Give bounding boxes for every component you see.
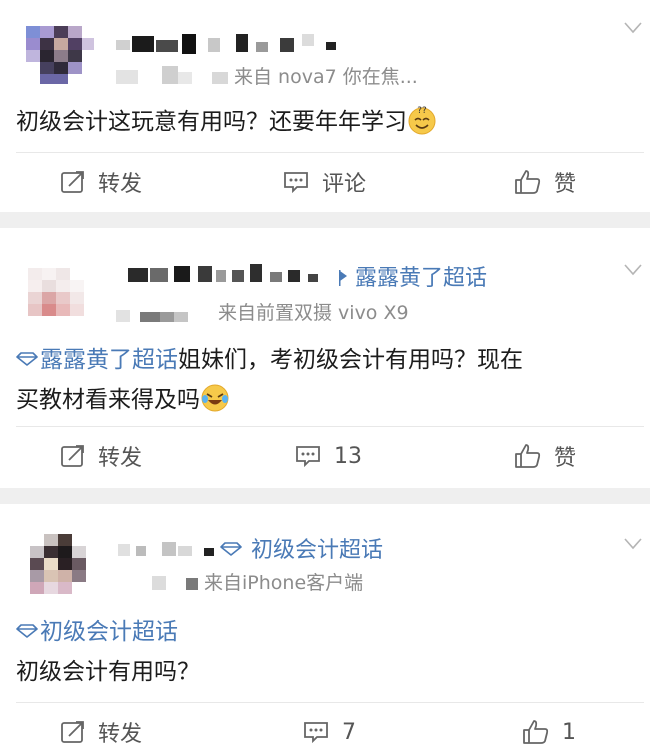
like-button[interactable]: 赞 bbox=[514, 436, 576, 476]
super-topic-label: 初级会计超话 bbox=[40, 619, 178, 645]
username-pixelated-line2 bbox=[152, 576, 198, 590]
thumbs-up-icon bbox=[515, 170, 541, 194]
avatar[interactable] bbox=[22, 532, 96, 598]
comment-label: 评论 bbox=[322, 172, 367, 197]
super-topic-link[interactable]: 初级会计超话 bbox=[16, 619, 178, 645]
diamond-icon bbox=[16, 352, 38, 366]
like-button[interactable]: 1 bbox=[522, 712, 576, 752]
comment-button[interactable]: 7 bbox=[302, 712, 356, 752]
post-card-2: 露露黄了超话 来自前置双摄 vivo X9 露露黄了超话姐妹们，考初级会计有用吗… bbox=[0, 228, 650, 488]
post-text-line2: 买教材看来得及吗 bbox=[16, 387, 200, 413]
post-text: 初级会计这玩意有用吗？还要年年学习 bbox=[16, 109, 407, 135]
chevron-down-icon[interactable] bbox=[624, 22, 642, 34]
comment-icon bbox=[284, 172, 308, 194]
repost-icon bbox=[61, 171, 84, 193]
svg-text:??: ?? bbox=[417, 106, 427, 116]
flag-icon bbox=[339, 270, 347, 286]
post-content: 初级会计超话 初级会计有用吗？ bbox=[16, 612, 636, 692]
super-topic-link[interactable]: 露露黄了超话 bbox=[16, 347, 178, 373]
repost-label: 转发 bbox=[98, 446, 143, 471]
repost-button[interactable]: 转发 bbox=[60, 712, 142, 752]
comment-icon bbox=[296, 446, 320, 468]
thumbs-up-icon bbox=[515, 444, 541, 468]
username-pixelated[interactable] bbox=[116, 32, 356, 54]
diamond-icon bbox=[220, 542, 242, 556]
like-label: 赞 bbox=[554, 172, 577, 197]
repost-button[interactable]: 转发 bbox=[60, 436, 142, 476]
comment-button[interactable]: 评论 bbox=[282, 162, 366, 202]
divider bbox=[16, 426, 644, 427]
crying-laughing-emoji bbox=[201, 384, 229, 412]
username-pixelated[interactable] bbox=[118, 538, 218, 560]
topic-tag-label: 初级会计超话 bbox=[251, 538, 384, 563]
comment-count: 7 bbox=[342, 719, 356, 745]
post-separator bbox=[0, 212, 650, 228]
username-pixelated-line2 bbox=[116, 310, 188, 322]
like-button[interactable]: 赞 bbox=[514, 162, 576, 202]
post-text-line1: 姐妹们，考初级会计有用吗？现在 bbox=[178, 347, 523, 373]
topic-tag-label: 露露黄了超话 bbox=[355, 266, 488, 291]
comment-count: 13 bbox=[334, 443, 362, 469]
dizzy-smile-emoji: ?? bbox=[408, 106, 436, 135]
repost-icon bbox=[61, 445, 84, 467]
post-content: 初级会计这玩意有用吗？还要年年学习 ?? bbox=[16, 102, 636, 142]
comment-icon bbox=[304, 722, 328, 744]
post-card-1: 来自 nova7 你在焦... 初级会计这玩意有用吗？还要年年学习 ?? 转发 … bbox=[0, 0, 650, 212]
chevron-down-icon[interactable] bbox=[624, 538, 642, 550]
post-text: 初级会计有用吗？ bbox=[16, 659, 200, 685]
post-source: 来自 nova7 你在焦... bbox=[234, 66, 418, 88]
divider bbox=[16, 702, 644, 703]
like-label: 赞 bbox=[554, 446, 577, 471]
post-content: 露露黄了超话姐妹们，考初级会计有用吗？现在 买教材看来得及吗 bbox=[16, 340, 636, 420]
username-pixelated[interactable] bbox=[128, 262, 328, 284]
post-source: 来自iPhone客户端 bbox=[204, 572, 364, 594]
username-pixelated-line2 bbox=[116, 66, 228, 84]
chevron-down-icon[interactable] bbox=[624, 264, 642, 276]
repost-icon bbox=[61, 721, 84, 743]
comment-button[interactable]: 13 bbox=[294, 436, 362, 476]
post-card-3: 初级会计超话 来自iPhone客户端 初级会计超话 初级会计有用吗？ 转发 7 … bbox=[0, 504, 650, 752]
topic-tag[interactable]: 初级会计超话 bbox=[220, 532, 383, 564]
repost-label: 转发 bbox=[98, 172, 143, 197]
avatar[interactable] bbox=[22, 260, 96, 326]
thumbs-up-icon bbox=[523, 720, 549, 744]
repost-button[interactable]: 转发 bbox=[60, 162, 142, 202]
avatar[interactable] bbox=[22, 20, 96, 86]
post-separator bbox=[0, 488, 650, 504]
post-source: 来自前置双摄 vivo X9 bbox=[218, 302, 409, 324]
divider bbox=[16, 152, 644, 153]
like-count: 1 bbox=[562, 719, 576, 745]
repost-label: 转发 bbox=[98, 722, 143, 747]
diamond-icon bbox=[16, 624, 38, 638]
topic-tag[interactable]: 露露黄了超话 bbox=[338, 260, 487, 292]
super-topic-label: 露露黄了超话 bbox=[40, 347, 178, 373]
